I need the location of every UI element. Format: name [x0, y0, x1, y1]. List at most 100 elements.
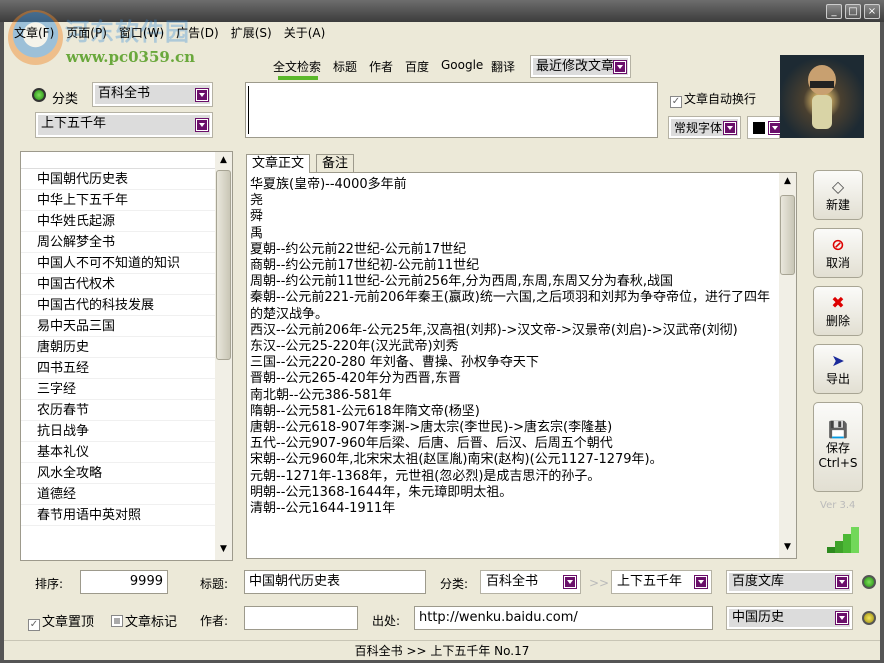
article-line: 明朝--公元1368-1644年，朱元璋即明太祖。: [250, 485, 775, 501]
cancel-button[interactable]: ⊘取消: [813, 228, 863, 278]
article-line: 秦朝--公元前221-元前206年秦王(嬴政)统一六国,之后项羽和刘邦为争夺帝位…: [250, 290, 775, 322]
scroll-up-icon[interactable]: ▲: [779, 173, 796, 189]
avatar[interactable]: [780, 55, 864, 138]
close-button[interactable]: ×: [864, 4, 880, 19]
search-tab-baidu[interactable]: 百度: [405, 58, 429, 75]
source-url-input[interactable]: http://wenku.baidu.com/: [414, 606, 713, 630]
export-button[interactable]: ➤导出: [813, 344, 863, 394]
article-line: 宋朝--公元960年,北宋宋太祖(赵匡胤)南宋(赵构)(公元1127-1279年…: [250, 452, 775, 468]
topic-dropdown[interactable]: 中国历史: [726, 606, 853, 630]
menu-window[interactable]: 窗口(W): [119, 24, 164, 42]
article-line: 尧: [250, 193, 775, 209]
article-line: 元朝--1271年-1368年，元世祖(忽必烈)是成吉思汗的孙子。: [250, 469, 775, 485]
list-item[interactable]: 唐朝历史: [21, 337, 232, 358]
mark-checkbox[interactable]: 文章标记: [111, 611, 177, 630]
status-led-green: [862, 575, 876, 589]
scroll-up-icon[interactable]: ▲: [215, 152, 232, 168]
list-item[interactable]: 中华上下五千年: [21, 190, 232, 211]
list-item[interactable]: 道德经: [21, 484, 232, 505]
pin-checkbox[interactable]: ✓文章置顶: [28, 611, 94, 631]
no-entry-icon: ⊘: [814, 236, 862, 254]
menu-page[interactable]: 页面(P): [66, 24, 107, 42]
text-color-picker[interactable]: [747, 116, 780, 139]
list-header: [21, 152, 232, 169]
article-line: 三国--公元220-280 年刘备、曹操、孙权争夺天下: [250, 355, 775, 371]
tab-article-body[interactable]: 文章正文: [246, 154, 310, 173]
minimize-button[interactable]: _: [826, 4, 842, 19]
list-item[interactable]: 周公解梦全书: [21, 232, 232, 253]
list-item[interactable]: 农历春节: [21, 400, 232, 421]
search-tab-translate[interactable]: 翻译: [491, 58, 515, 75]
list-item[interactable]: 春节用语中英对照: [21, 505, 232, 526]
arrow-right-icon: ➤: [814, 352, 862, 370]
maximize-button[interactable]: □: [845, 4, 861, 19]
list-item[interactable]: 风水全攻略: [21, 463, 232, 484]
list-scrollbar[interactable]: ▲ ▼: [215, 152, 232, 560]
title-bar: _ □ ×: [0, 0, 884, 22]
search-tab-google[interactable]: Google: [441, 58, 483, 72]
menu-ads[interactable]: 广告(D): [176, 24, 219, 42]
category-label: 分类: [52, 88, 78, 107]
recent-articles-dropdown[interactable]: 最近修改文章: [530, 55, 631, 78]
auto-wrap-checkbox[interactable]: ✓文章自动换行: [670, 90, 756, 108]
menu-bar: 文章(F) 页面(P) 窗口(W) 广告(D) 扩展(S) 关于(A): [14, 24, 325, 42]
scroll-down-icon[interactable]: ▼: [215, 544, 232, 560]
checkbox-checked-icon: ✓: [28, 619, 40, 631]
article-line: 五代--公元907-960年后梁、后唐、后晋、后汉、后周五个朝代: [250, 436, 775, 452]
list-item[interactable]: 易中天品三国: [21, 316, 232, 337]
list-item[interactable]: 中国朝代历史表: [21, 169, 232, 190]
category2-dropdown[interactable]: 上下五千年: [35, 112, 213, 138]
save-button[interactable]: 💾保存Ctrl+S: [813, 402, 863, 492]
search-tab-fulltext[interactable]: 全文检索: [273, 58, 321, 75]
list-item[interactable]: 四书五经: [21, 358, 232, 379]
search-input[interactable]: [245, 82, 658, 138]
source-label: 出处:: [372, 612, 400, 629]
article-line: 清朝--公元1644-1911年: [250, 501, 775, 517]
author-input[interactable]: [244, 606, 358, 630]
list-item[interactable]: 抗日战争: [21, 421, 232, 442]
article-line: 舜: [250, 209, 775, 225]
menu-about[interactable]: 关于(A): [284, 24, 326, 42]
order-input[interactable]: 9999: [80, 570, 168, 594]
category1-dropdown[interactable]: 百科全书: [92, 82, 213, 107]
list-item[interactable]: 中国古代权术: [21, 274, 232, 295]
status-bar: 百科全书 >> 上下五千年 No.17: [4, 640, 880, 660]
category-radio[interactable]: [32, 88, 46, 102]
book-icon: ◇: [814, 178, 862, 196]
list-item[interactable]: 基本礼仪: [21, 442, 232, 463]
active-tab-indicator: [278, 76, 318, 80]
delete-button[interactable]: ✖删除: [813, 286, 863, 336]
article-line: 夏朝--约公元前22世纪-公元前17世纪: [250, 242, 775, 258]
chevron-down-icon: [614, 61, 626, 73]
chevron-down-icon: [564, 576, 576, 588]
form-category1-dropdown[interactable]: 百科全书: [480, 570, 581, 594]
order-label: 排序:: [35, 575, 63, 592]
article-list: 中国朝代历史表中华上下五千年中华姓氏起源周公解梦全书中国人不可不知道的知识中国古…: [20, 151, 233, 561]
editor-scrollbar[interactable]: ▲ ▼: [779, 173, 796, 558]
chevron-down-icon: [695, 576, 707, 588]
scroll-thumb[interactable]: [780, 195, 795, 275]
delete-x-icon: ✖: [814, 294, 862, 312]
search-tab-author[interactable]: 作者: [369, 58, 393, 75]
form-category2-dropdown[interactable]: 上下五千年: [611, 570, 712, 594]
menu-extend[interactable]: 扩展(S): [231, 24, 272, 42]
list-item[interactable]: 中华姓氏起源: [21, 211, 232, 232]
article-line: 华夏族(皇帝)--4000多年前: [250, 177, 775, 193]
floppy-disk-icon: 💾: [814, 421, 862, 439]
scroll-thumb[interactable]: [216, 170, 231, 360]
tab-notes[interactable]: 备注: [316, 154, 354, 173]
title-input[interactable]: 中国朝代历史表: [244, 570, 426, 594]
new-button[interactable]: ◇新建: [813, 170, 863, 220]
menu-article[interactable]: 文章(F): [14, 24, 54, 42]
scroll-down-icon[interactable]: ▼: [779, 542, 796, 558]
list-item[interactable]: 中国古代的科技发展: [21, 295, 232, 316]
list-item[interactable]: 中国人不可不知道的知识: [21, 253, 232, 274]
status-led-yellow: [862, 611, 876, 625]
search-tab-title[interactable]: 标题: [333, 58, 357, 75]
category-separator: >>: [589, 576, 609, 590]
article-line: 隋朝--公元581-公元618年隋文帝(杨坚): [250, 404, 775, 420]
list-item[interactable]: 三字经: [21, 379, 232, 400]
article-line: 东汉--公元25-220年(汉光武帝)刘秀: [250, 339, 775, 355]
font-dropdown[interactable]: 常规字体: [668, 116, 741, 139]
source-site-dropdown[interactable]: 百度文库: [726, 570, 853, 594]
